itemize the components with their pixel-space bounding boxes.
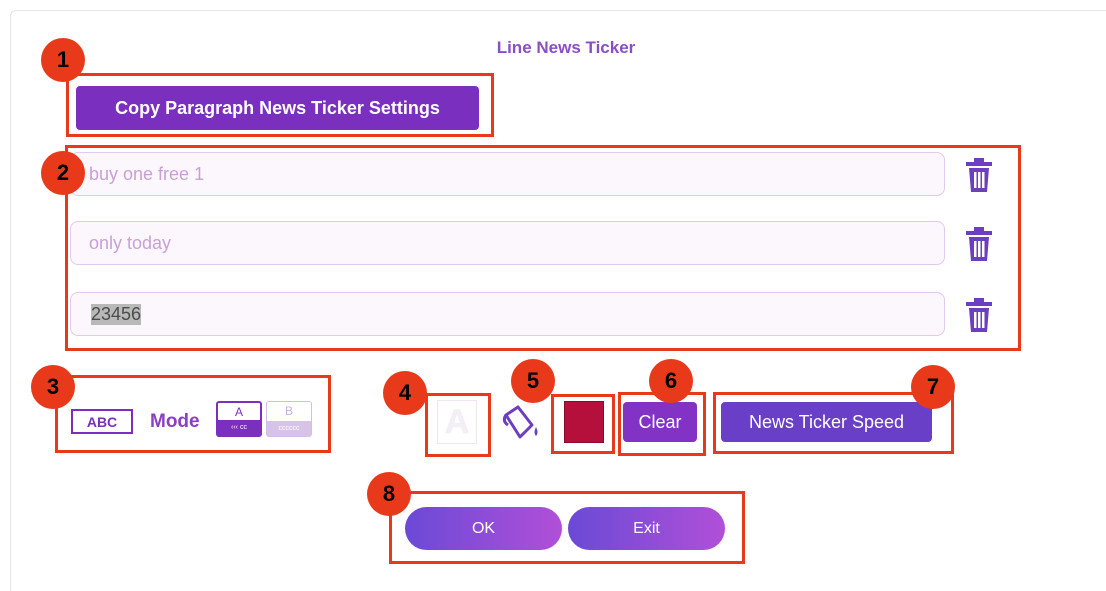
trash-icon[interactable] [964, 158, 994, 192]
ticker-line-1-input[interactable]: buy one free 1 [70, 152, 945, 196]
trash-icon[interactable] [964, 298, 994, 332]
annotation-badge-5: 5 [511, 359, 555, 403]
mode-label: Mode [150, 411, 200, 432]
ticker-line-2-text: only today [89, 232, 172, 253]
background-color-swatch[interactable] [564, 401, 604, 443]
news-ticker-speed-button[interactable]: News Ticker Speed [721, 402, 932, 442]
trash-icon[interactable] [964, 227, 994, 261]
annotation-badge-3: 3 [31, 365, 75, 409]
ticker-line-3-text: 23456 [91, 303, 142, 325]
annotation-badge-4: 4 [383, 371, 427, 415]
exit-button[interactable]: Exit [568, 507, 725, 550]
ticker-line-2-input[interactable]: only today [70, 221, 945, 265]
mode-b-letter: B [284, 403, 293, 418]
paint-bucket-icon [502, 405, 538, 439]
text-color-picker[interactable]: A [437, 400, 477, 444]
annotation-badge-7: 7 [911, 365, 955, 409]
ok-button[interactable]: OK [405, 507, 562, 550]
mode-b-option[interactable]: B cccccc [266, 401, 312, 437]
ticker-line-1-text: buy one free 1 [89, 163, 205, 184]
dialog-title: Line News Ticker [496, 38, 636, 57]
annotation-badge-2: 2 [41, 151, 85, 195]
mode-a-preview: ‹‹‹ cc [218, 420, 260, 435]
copy-paragraph-settings-button[interactable]: Copy Paragraph News Ticker Settings [76, 86, 479, 130]
clear-button[interactable]: Clear [623, 402, 697, 442]
text-style-abc-button[interactable]: ABC [71, 409, 133, 434]
mode-a-letter: A [234, 404, 243, 419]
mode-b-preview: cccccc [267, 421, 311, 436]
mode-a-option[interactable]: A ‹‹‹ cc [216, 401, 262, 437]
annotation-badge-8: 8 [367, 472, 411, 516]
annotation-badge-6: 6 [649, 359, 693, 403]
ticker-line-3-input[interactable]: 23456 [70, 292, 945, 336]
annotation-badge-1: 1 [41, 38, 85, 82]
